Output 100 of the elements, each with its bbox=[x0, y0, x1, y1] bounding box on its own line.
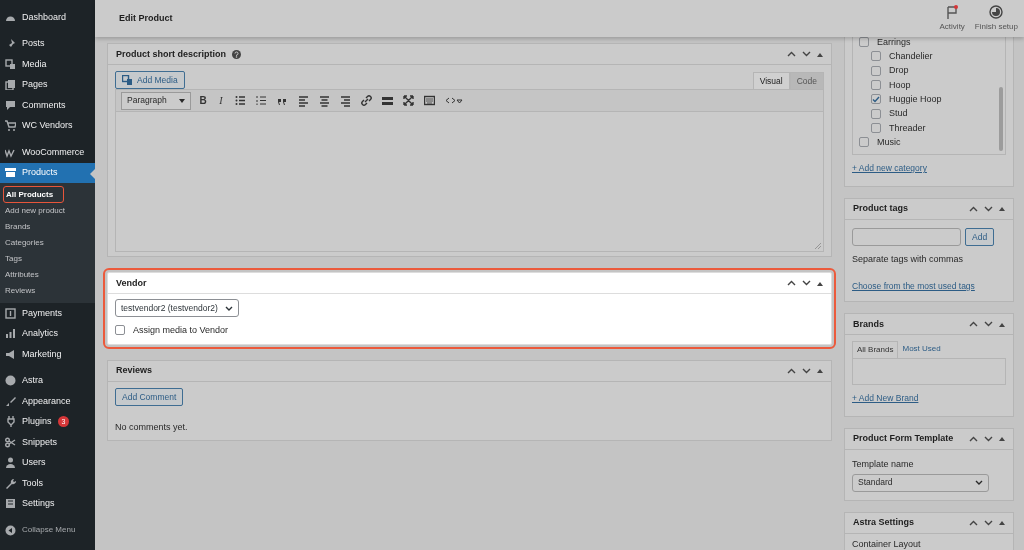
bold-button[interactable]: B bbox=[197, 94, 209, 107]
submenu-item[interactable]: All Products bbox=[3, 186, 64, 203]
collapse-triangle-icon[interactable] bbox=[999, 436, 1005, 442]
category-label: Huggie Hoop bbox=[889, 93, 942, 105]
sidebar-item[interactable]: Users bbox=[0, 452, 95, 473]
collapse-triangle-icon[interactable] bbox=[817, 51, 823, 57]
sidebar-item[interactable]: Marketing bbox=[0, 344, 95, 365]
add-brand-link[interactable]: + Add New Brand bbox=[852, 393, 919, 404]
collapse-triangle-icon[interactable] bbox=[817, 368, 823, 374]
checkbox[interactable] bbox=[859, 137, 869, 148]
sidebar-item[interactable]: Appearance bbox=[0, 391, 95, 412]
checkbox[interactable] bbox=[115, 325, 125, 336]
category-label: Threader bbox=[889, 122, 926, 134]
checkbox[interactable] bbox=[859, 37, 869, 48]
scrollbar[interactable] bbox=[999, 87, 1003, 151]
format-select[interactable]: Paragraph bbox=[121, 91, 191, 110]
category-label: Drop bbox=[889, 65, 909, 77]
megaphone-icon bbox=[5, 348, 16, 360]
checkbox[interactable] bbox=[871, 65, 881, 76]
submenu-item[interactable]: Tags bbox=[0, 251, 22, 267]
collapse-triangle-icon[interactable] bbox=[999, 321, 1005, 327]
sidebar-item[interactable]: Posts bbox=[0, 33, 95, 54]
chevron-up-icon[interactable] bbox=[969, 435, 978, 442]
chevron-up-icon[interactable] bbox=[787, 51, 796, 57]
submenu-item[interactable]: Add new product bbox=[0, 203, 66, 219]
chevron-up-icon[interactable] bbox=[969, 321, 978, 328]
wrench-icon bbox=[5, 477, 16, 489]
sidebar-item[interactable]: Comments bbox=[0, 95, 95, 116]
flag-icon bbox=[945, 5, 960, 20]
most-used-tags-link[interactable]: Choose from the most used tags bbox=[852, 280, 975, 291]
chevron-down-icon[interactable] bbox=[802, 367, 811, 374]
collapse-triangle-icon[interactable] bbox=[999, 520, 1005, 526]
add-media-button[interactable]: Add Media bbox=[115, 71, 185, 89]
chevron-up-icon[interactable] bbox=[787, 280, 796, 286]
category-label: Music bbox=[877, 136, 901, 148]
chevron-up-icon[interactable] bbox=[969, 519, 978, 526]
sidebar-item[interactable]: Dashboard bbox=[0, 7, 95, 28]
sidebar-item[interactable]: Snippets bbox=[0, 432, 95, 453]
editor-tab[interactable]: Visual bbox=[752, 71, 790, 89]
tag-input-field[interactable] bbox=[852, 227, 961, 246]
sidebar-item[interactable]: Payments bbox=[0, 303, 95, 324]
vendor-select[interactable]: testvendor2 (testvendor2) bbox=[115, 299, 239, 317]
editor-tab[interactable]: Code bbox=[789, 71, 824, 89]
chevron-down-icon[interactable] bbox=[802, 280, 811, 286]
checkbox[interactable] bbox=[871, 94, 881, 105]
align-left-icon[interactable] bbox=[298, 94, 309, 107]
sidebar-item[interactable]: WC Vendors bbox=[0, 115, 95, 136]
collapse-triangle-icon[interactable] bbox=[999, 206, 1005, 212]
brand-tab[interactable]: All Brands bbox=[852, 341, 899, 358]
collapse-triangle-icon[interactable] bbox=[817, 280, 823, 286]
add-comment-button[interactable]: Add Comment bbox=[115, 387, 184, 406]
checkbox[interactable] bbox=[871, 51, 881, 62]
panel-title: Reviews bbox=[116, 365, 153, 377]
code-icon[interactable] bbox=[445, 95, 463, 106]
collapse-menu-button[interactable]: Collapse Menu bbox=[0, 520, 95, 541]
read-more-icon[interactable] bbox=[382, 95, 393, 106]
sidebar-item[interactable]: Astra bbox=[0, 370, 95, 391]
toolbar-toggle-icon[interactable] bbox=[424, 95, 435, 106]
checkbox-label: Assign media to Vendor bbox=[133, 325, 229, 336]
sidebar-item[interactable]: WooCommerce bbox=[0, 142, 95, 163]
chevron-up-icon[interactable] bbox=[969, 205, 978, 212]
header-action[interactable]: Activity bbox=[939, 5, 965, 32]
numbered-list-icon[interactable] bbox=[256, 95, 267, 106]
category-label: Chandelier bbox=[889, 51, 933, 62]
circle-icon bbox=[5, 375, 16, 387]
add-tag-button[interactable]: Add bbox=[965, 227, 995, 246]
sidebar-item[interactable]: Settings bbox=[0, 493, 95, 514]
archive-icon bbox=[5, 167, 16, 179]
sidebar-item[interactable]: Tools bbox=[0, 473, 95, 494]
chevron-down-icon[interactable] bbox=[802, 51, 811, 57]
submenu-item[interactable]: Attributes bbox=[0, 267, 39, 283]
sidebar-item[interactable]: Media bbox=[0, 54, 95, 75]
sidebar-item[interactable]: Pages bbox=[0, 74, 95, 95]
submenu-item[interactable]: Brands bbox=[0, 219, 31, 235]
page-title: Edit Product bbox=[119, 13, 173, 24]
template-select[interactable]: Standard bbox=[852, 473, 989, 492]
chevron-down-icon[interactable] bbox=[984, 205, 993, 212]
category-label: Stud bbox=[889, 108, 908, 120]
dropdown-icon bbox=[179, 98, 185, 103]
align-center-icon[interactable] bbox=[319, 94, 330, 107]
brand-tab[interactable]: Most Used bbox=[898, 341, 945, 358]
header-action[interactable]: Finish setup bbox=[974, 5, 1018, 32]
fullscreen-icon[interactable] bbox=[403, 95, 414, 106]
sliders-icon bbox=[5, 498, 16, 510]
add-category-link[interactable]: + Add new category bbox=[852, 163, 927, 174]
submenu-item[interactable]: Categories bbox=[0, 235, 44, 251]
align-right-icon[interactable] bbox=[340, 94, 351, 107]
sidebar-item[interactable]: Products bbox=[0, 162, 95, 183]
checkbox[interactable] bbox=[871, 108, 881, 119]
chevron-down-icon[interactable] bbox=[984, 519, 993, 526]
link-icon[interactable] bbox=[361, 95, 372, 106]
checkbox[interactable] bbox=[871, 122, 881, 133]
chevron-up-icon[interactable] bbox=[787, 367, 796, 374]
bulleted-list-icon[interactable] bbox=[235, 95, 246, 106]
italic-button[interactable]: I bbox=[215, 94, 227, 107]
chevron-down-icon[interactable] bbox=[984, 435, 993, 442]
chevron-down-icon[interactable] bbox=[984, 321, 993, 328]
sidebar-item[interactable]: Analytics bbox=[0, 323, 95, 344]
checkbox[interactable] bbox=[871, 80, 881, 91]
submenu-item[interactable]: Reviews bbox=[0, 283, 36, 299]
